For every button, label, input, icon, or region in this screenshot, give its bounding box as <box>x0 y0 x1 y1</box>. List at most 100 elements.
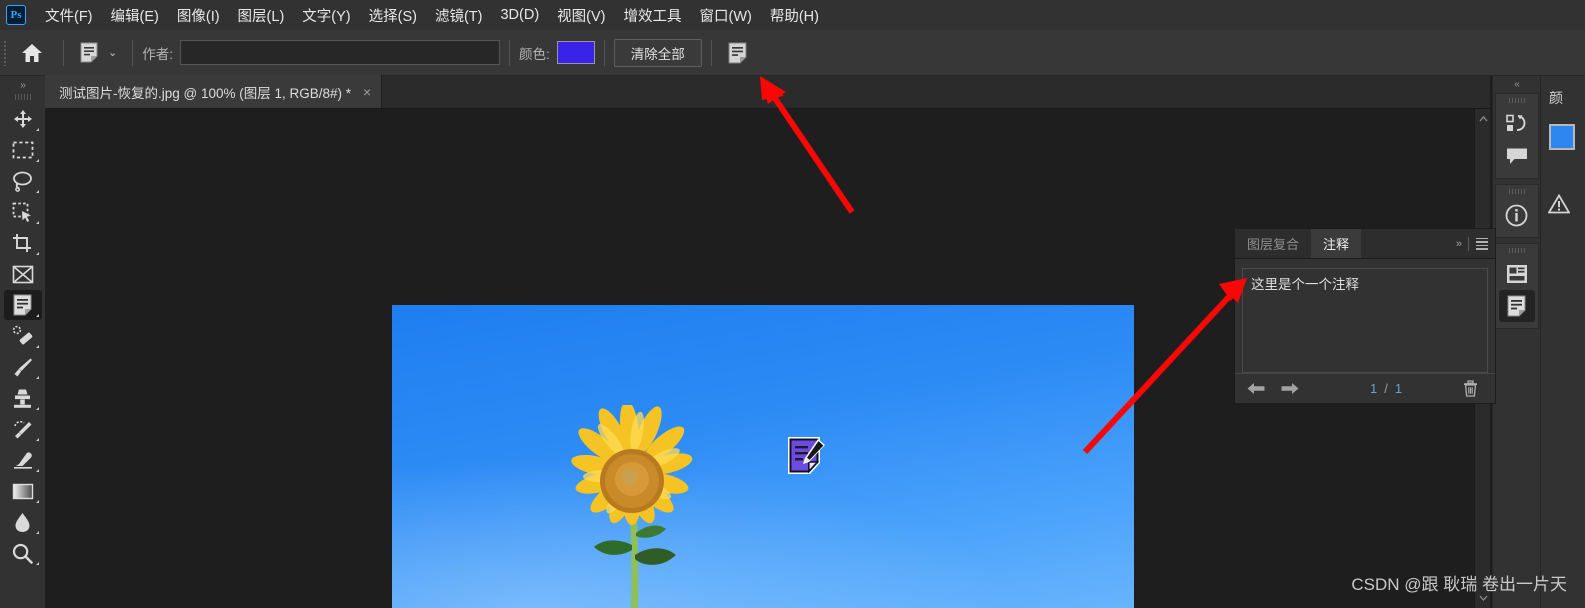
menu-plugins[interactable]: 增效工具 <box>615 1 691 30</box>
dock-group-layers-notes <box>1494 243 1539 329</box>
notes-panel-button[interactable] <box>1498 290 1535 322</box>
watermark: CSDN @跟 耿瑞 卷出一片天 <box>1351 575 1567 594</box>
toolbar-grip <box>14 94 31 100</box>
tools-panel: » <box>0 76 45 608</box>
note-text-input[interactable] <box>1242 268 1488 373</box>
menu-bar: Ps 文件(F) 编辑(E) 图像(I) 图层(L) 文字(Y) 选择(S) 滤… <box>0 0 1585 30</box>
gradient-tool[interactable] <box>4 476 42 506</box>
previous-note-button[interactable] <box>1247 382 1281 395</box>
chevron-double-right-icon[interactable]: » <box>1456 238 1462 250</box>
home-button[interactable] <box>10 30 54 76</box>
tool-flyout-corner <box>35 345 39 348</box>
healing-brush-tool[interactable] <box>4 321 42 351</box>
eraser-tool-icon <box>13 452 32 469</box>
scroll-up-icon[interactable] <box>1475 111 1491 127</box>
menu-image[interactable]: 图像(I) <box>168 1 229 30</box>
menu-type[interactable]: 文字(Y) <box>293 1 359 30</box>
gradient-tool-icon <box>12 483 33 499</box>
separator <box>63 39 64 66</box>
tab-notes[interactable]: 注释 <box>1311 229 1362 258</box>
arrow-left-icon <box>1247 383 1265 394</box>
info-panel-button[interactable] <box>1499 199 1535 231</box>
notes-panel-icon <box>728 42 747 63</box>
panel-menu-icon[interactable] <box>1476 237 1488 250</box>
quick-selection-tool-icon <box>12 202 31 222</box>
color-warning-button[interactable] <box>1547 193 1571 219</box>
clone-stamp-tool[interactable] <box>4 383 42 413</box>
home-icon <box>22 43 42 62</box>
menu-select[interactable]: 选择(S) <box>360 1 426 30</box>
notes-icon <box>1507 295 1526 317</box>
document-tab[interactable]: 测试图片-恢复的.jpg @ 100% (图层 1, RGB/8#) * × <box>45 75 383 108</box>
tool-flyout-corner <box>35 376 39 379</box>
tool-flyout-corner <box>35 252 39 255</box>
menu-view[interactable]: 视图(V) <box>548 1 614 30</box>
notes-panel-footer: 1 / 1 <box>1235 373 1495 403</box>
tool-preset-picker[interactable]: ⌄ <box>73 42 123 63</box>
crop-tool[interactable] <box>4 228 42 258</box>
document-tab-strip: 测试图片-恢复的.jpg @ 100% (图层 1, RGB/8#) * × <box>45 75 1490 109</box>
zoom-tool[interactable] <box>4 538 42 568</box>
canvas-note-marker[interactable] <box>784 433 830 479</box>
note-page-current[interactable]: 1 <box>1370 381 1377 396</box>
color-label: 颜色: <box>518 46 550 62</box>
menu-window[interactable]: 窗口(W) <box>691 1 761 30</box>
foreground-color-swatch[interactable] <box>1549 124 1575 150</box>
trash-icon <box>1463 380 1477 397</box>
menu-layer[interactable]: 图层(L) <box>229 1 294 30</box>
next-note-button[interactable] <box>1281 382 1315 395</box>
color-panel-strip: 颜 <box>1540 76 1585 608</box>
clear-all-button[interactable]: 清除全部 <box>613 38 702 67</box>
grip-dots <box>4 39 6 66</box>
tool-flyout-corner <box>35 531 39 534</box>
tab-layer-comps[interactable]: 图层复合 <box>1235 229 1311 258</box>
layers-panel-button[interactable] <box>1499 258 1535 290</box>
marquee-tool[interactable] <box>4 135 42 165</box>
blur-tool[interactable] <box>4 507 42 537</box>
close-icon[interactable]: × <box>363 84 371 100</box>
history-icon <box>1505 114 1525 131</box>
quick-selection-tool[interactable] <box>4 197 42 227</box>
menu-3d[interactable]: 3D(D) <box>491 3 548 27</box>
menu-file[interactable]: 文件(F) <box>36 1 102 30</box>
brush-tool[interactable] <box>4 352 42 382</box>
tool-flyout-corner <box>35 190 39 193</box>
history-brush-tool[interactable] <box>4 414 42 444</box>
frame-tool[interactable] <box>4 259 42 289</box>
blur-tool-icon <box>15 512 30 532</box>
toolbar-expand-button[interactable]: » <box>0 76 45 94</box>
menu-edit[interactable]: 编辑(E) <box>102 1 168 30</box>
info-icon <box>1505 204 1528 226</box>
chevron-down-icon[interactable]: ⌄ <box>108 46 117 59</box>
menu-help[interactable]: 帮助(H) <box>761 1 828 30</box>
separator <box>603 39 605 66</box>
move-tool[interactable] <box>4 104 42 134</box>
comments-panel-button[interactable] <box>1499 140 1535 172</box>
notes-panel-toggle-button[interactable] <box>721 36 755 70</box>
lasso-tool[interactable] <box>4 166 42 196</box>
dock-grip <box>1508 98 1525 103</box>
dock-collapse-button[interactable]: « <box>1493 76 1541 93</box>
eraser-tool[interactable] <box>4 445 42 475</box>
options-bar-grip[interactable] <box>0 30 10 76</box>
note-color-swatch[interactable] <box>556 41 595 64</box>
notes-panel: 图层复合 注释 » 这里是个一个注释 1 / 1 <box>1234 228 1496 404</box>
history-panel-button[interactable] <box>1499 108 1535 140</box>
photoshop-window: Ps 文件(F) 编辑(E) 图像(I) 图层(L) 文字(Y) 选择(S) 滤… <box>0 0 1585 608</box>
dock-group-info <box>1494 184 1539 238</box>
tool-flyout-corner <box>35 128 39 131</box>
menu-filter[interactable]: 滤镜(T) <box>426 1 492 30</box>
layers-icon <box>1506 265 1527 283</box>
note-tool[interactable] <box>3 290 42 320</box>
color-panel-label: 颜 <box>1549 90 1563 106</box>
crop-tool-icon <box>13 233 31 252</box>
delete-note-button[interactable] <box>1457 380 1483 397</box>
separator <box>508 39 510 66</box>
author-input[interactable] <box>179 40 500 65</box>
tool-flyout-corner <box>35 438 39 441</box>
tool-flyout-corner <box>35 562 39 565</box>
marquee-tool-icon <box>12 141 33 159</box>
brush-tool-icon <box>14 358 32 376</box>
tool-flyout-corner <box>35 469 39 472</box>
tool-flyout-corner <box>35 500 39 503</box>
